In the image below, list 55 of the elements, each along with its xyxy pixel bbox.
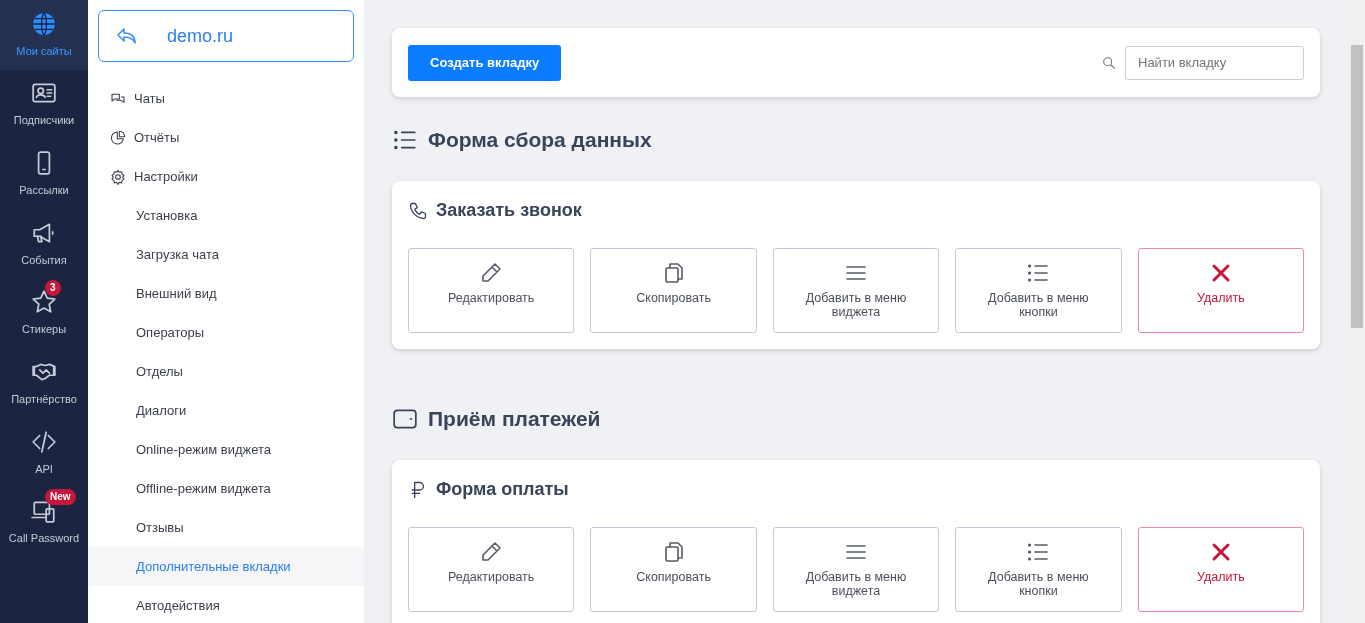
sidebar-item[interactable]: Отзывы (88, 508, 364, 547)
phone-handset-icon (408, 200, 428, 221)
rail-nav-item[interactable]: Подписчики (0, 69, 88, 140)
rail-nav-item[interactable]: API (0, 418, 88, 488)
pencil-icon (479, 261, 504, 285)
action-button[interactable]: Скопировать (590, 248, 757, 333)
sidebar-item[interactable]: Online-режим виджета (88, 430, 364, 469)
action-button[interactable]: Редактировать (408, 248, 575, 333)
action-button[interactable]: Добавить в меню кнопки (955, 527, 1122, 612)
action-button[interactable]: Добавить в меню виджета (772, 527, 940, 612)
search-field[interactable]: Найти вкладку (1125, 45, 1304, 80)
sidebar-item[interactable]: Диалоги (88, 391, 364, 430)
globe-icon (31, 10, 57, 37)
sidebar-item[interactable]: Дополнительные вкладки (88, 547, 364, 586)
sidebar-item[interactable]: Внешний вид (88, 274, 364, 313)
star-icon (31, 289, 57, 316)
rail-nav-item[interactable]: 3 Стикеры (0, 278, 88, 349)
laptop-phone-icon (31, 498, 57, 525)
rail-nav-item[interactable]: Партнёрство (0, 348, 88, 419)
site-back-button[interactable]: demo.ru (98, 10, 354, 62)
action-button[interactable]: Удалить (1137, 527, 1305, 612)
section-title: Приём платежей (428, 406, 601, 432)
list-icon (1026, 540, 1051, 564)
wallet-icon (392, 406, 418, 432)
sidebar-item[interactable]: Загрузка чата (88, 235, 364, 274)
create-tab-button[interactable]: Создать вкладку (408, 44, 562, 81)
sidebar-item[interactable]: Автодействия (88, 586, 364, 623)
notification-badge: 3 (45, 280, 61, 297)
code-icon (31, 428, 57, 455)
action-button[interactable]: Скопировать (590, 527, 757, 612)
sidebar-item[interactable]: Чаты (88, 79, 364, 118)
rail-nav-item[interactable]: New Call Password (0, 487, 88, 558)
gear-icon (110, 168, 126, 185)
sidebar-item[interactable]: Установка (88, 196, 364, 235)
notification-badge: New (45, 489, 76, 506)
sidebar-item[interactable]: Отчёты (88, 118, 364, 157)
pencil-icon (479, 540, 504, 564)
action-button[interactable]: Редактировать (408, 527, 575, 612)
sidebar-item[interactable]: Операторы (88, 313, 364, 352)
sidebar-item[interactable]: Настройки (88, 157, 364, 196)
scrollbar-thumb[interactable] (1351, 45, 1363, 328)
rail-nav-item[interactable]: Рассылки (0, 139, 88, 210)
search-icon (1101, 54, 1117, 71)
pie-chart-icon (110, 129, 126, 146)
card-title-text: Заказать звонок (436, 199, 582, 222)
action-button[interactable]: Добавить в меню кнопки (955, 248, 1122, 333)
rail-nav-item[interactable]: Мои сайты (0, 0, 88, 70)
rail-nav-item[interactable]: События (0, 209, 88, 279)
action-button[interactable]: Добавить в меню виджета (772, 248, 940, 333)
sidebar-item[interactable]: Отделы (88, 352, 364, 391)
list-icon (1026, 261, 1051, 285)
card-title-text: Форма оплаты (436, 478, 569, 501)
action-button[interactable]: Удалить (1137, 248, 1305, 333)
sidebar-item[interactable]: Offline-режим виджета (88, 469, 364, 508)
section-title: Форма сбора данных (428, 127, 652, 153)
